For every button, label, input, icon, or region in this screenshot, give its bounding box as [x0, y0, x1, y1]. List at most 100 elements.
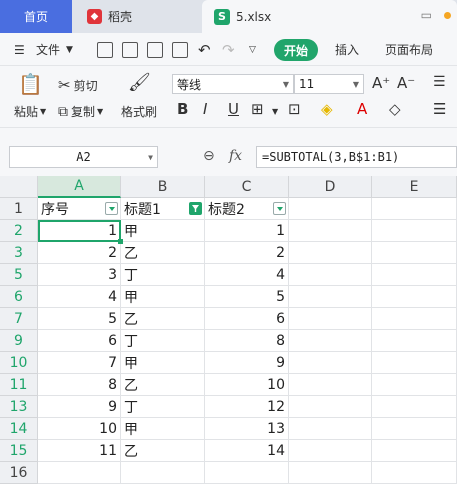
filter-dropdown-icon[interactable]	[273, 202, 286, 215]
cell[interactable]: 乙	[121, 308, 205, 330]
align-left-icon[interactable]: ☰	[433, 100, 446, 118]
hamburger-icon[interactable]: ☰	[14, 33, 25, 66]
row-header[interactable]: 7	[0, 308, 38, 330]
cell[interactable]	[372, 374, 457, 396]
fill-handle[interactable]	[118, 239, 123, 244]
cell[interactable]: 6	[205, 308, 289, 330]
cell[interactable]: 甲	[121, 286, 205, 308]
cell[interactable]: 14	[205, 440, 289, 462]
cell[interactable]: 8	[38, 374, 121, 396]
increase-font-icon[interactable]: A⁺	[372, 74, 390, 92]
cell[interactable]: 9	[205, 352, 289, 374]
cell[interactable]: 4	[38, 286, 121, 308]
cell[interactable]	[372, 220, 457, 242]
row-header[interactable]: 14	[0, 418, 38, 440]
cell[interactable]	[372, 264, 457, 286]
filter-active-icon[interactable]	[189, 202, 202, 215]
cell[interactable]	[289, 440, 372, 462]
cell[interactable]	[38, 462, 121, 484]
column-header-c[interactable]: C	[205, 176, 289, 198]
print-preview-icon[interactable]	[172, 42, 188, 58]
paste-button[interactable]: 粘贴 ▼	[14, 103, 46, 120]
name-box[interactable]: A2 ▼	[9, 146, 158, 168]
cell[interactable]	[372, 418, 457, 440]
cell[interactable]	[289, 330, 372, 352]
cell[interactable]: 9	[38, 396, 121, 418]
menu-insert[interactable]: 插入	[335, 33, 359, 66]
cell[interactable]: 丁	[121, 396, 205, 418]
format-painter-icon[interactable]: 🖌	[128, 72, 151, 93]
cell[interactable]: 丁	[121, 264, 205, 286]
menu-layout[interactable]: 页面布局	[385, 33, 433, 66]
export-icon[interactable]	[122, 42, 138, 58]
monitor-icon[interactable]: ▭	[421, 8, 432, 22]
cell[interactable]	[289, 286, 372, 308]
cell[interactable]	[372, 396, 457, 418]
cell[interactable]: 乙	[121, 440, 205, 462]
borders-icon[interactable]: ⊞	[251, 100, 264, 118]
font-name-select[interactable]: 等线 ▼	[172, 74, 294, 94]
cell[interactable]: 2	[205, 242, 289, 264]
column-header-e[interactable]: E	[372, 176, 457, 198]
cell[interactable]	[289, 220, 372, 242]
cell[interactable]	[289, 462, 372, 484]
cell[interactable]: 甲	[121, 418, 205, 440]
cell[interactable]: 丁	[121, 330, 205, 352]
cell[interactable]	[121, 462, 205, 484]
cell[interactable]: 10	[205, 374, 289, 396]
select-all-corner[interactable]	[0, 176, 38, 198]
zoom-icon[interactable]: ⊖	[203, 148, 215, 164]
cell[interactable]: 乙	[121, 242, 205, 264]
save-icon[interactable]	[97, 42, 113, 58]
chevron-down-icon[interactable]: ▼	[272, 107, 278, 116]
tab-file[interactable]: S 5.xlsx	[202, 0, 457, 33]
eraser-icon[interactable]: ◇	[389, 100, 401, 118]
cut-button[interactable]: ✂ 剪切	[58, 76, 98, 94]
cell[interactable]: 11	[38, 440, 121, 462]
column-header-a[interactable]: A	[38, 176, 121, 198]
filter-dropdown-icon[interactable]	[105, 202, 118, 215]
font-color-icon[interactable]: A	[357, 100, 367, 118]
column-header-b[interactable]: B	[121, 176, 205, 198]
cell[interactable]	[372, 352, 457, 374]
row-header[interactable]: 16	[0, 462, 38, 484]
tab-home[interactable]: 首页	[0, 0, 72, 33]
cell-style-icon[interactable]: ⊡	[288, 100, 301, 118]
row-header[interactable]: 11	[0, 374, 38, 396]
cell[interactable]: 4	[205, 264, 289, 286]
italic-button[interactable]: I	[203, 100, 207, 118]
row-header[interactable]: 3	[0, 242, 38, 264]
cell[interactable]: 7	[38, 352, 121, 374]
underline-button[interactable]: U	[228, 100, 239, 118]
menu-start[interactable]: 开始	[274, 39, 319, 61]
bold-button[interactable]: B	[177, 100, 188, 118]
cell[interactable]	[289, 264, 372, 286]
cell[interactable]: 2	[38, 242, 121, 264]
undo-icon[interactable]: ↶	[198, 33, 211, 66]
cell[interactable]: 甲	[121, 220, 205, 242]
cell[interactable]	[372, 242, 457, 264]
cell[interactable]	[372, 330, 457, 352]
cell[interactable]: 10	[38, 418, 121, 440]
cell[interactable]	[372, 198, 457, 220]
row-header[interactable]: 10	[0, 352, 38, 374]
cell[interactable]	[289, 396, 372, 418]
cell[interactable]: 6	[38, 330, 121, 352]
cell[interactable]	[372, 440, 457, 462]
format-painter-button[interactable]: 格式刷	[121, 103, 157, 120]
cell[interactable]: 5	[38, 308, 121, 330]
row-header[interactable]: 13	[0, 396, 38, 418]
cell[interactable]: 5	[205, 286, 289, 308]
cell[interactable]	[289, 374, 372, 396]
cell[interactable]	[372, 286, 457, 308]
cell[interactable]: 13	[205, 418, 289, 440]
cell[interactable]: 甲	[121, 352, 205, 374]
cell[interactable]: 12	[205, 396, 289, 418]
row-header[interactable]: 9	[0, 330, 38, 352]
cell[interactable]	[372, 462, 457, 484]
row-header[interactable]: 6	[0, 286, 38, 308]
print-icon[interactable]	[147, 42, 163, 58]
tab-docer[interactable]: ◆ 稻壳	[75, 0, 200, 33]
fx-icon[interactable]: fx	[229, 148, 242, 164]
paste-icon[interactable]: 📋	[18, 72, 43, 96]
